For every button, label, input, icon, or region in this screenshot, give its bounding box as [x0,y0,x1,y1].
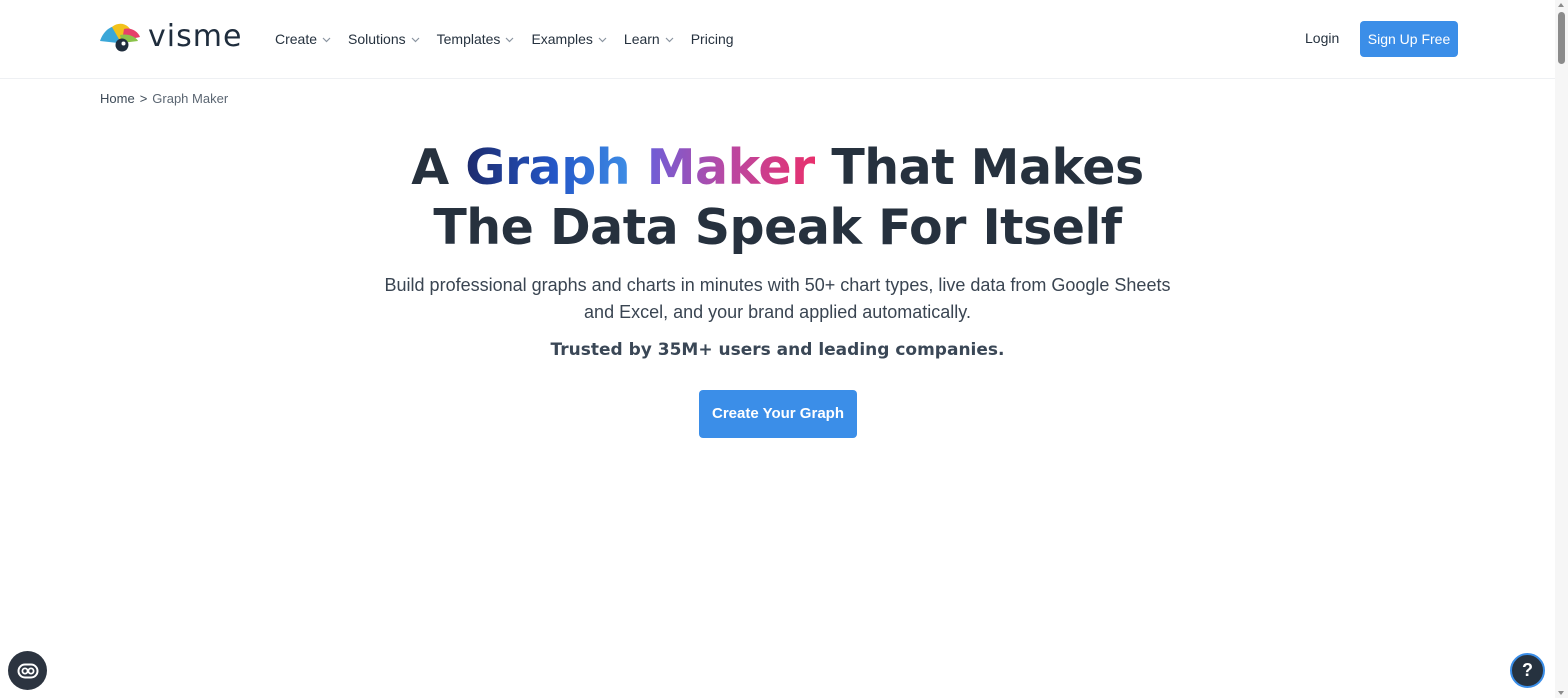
nav-templates-label: Templates [436,31,501,47]
accessibility-icon [17,663,38,678]
visme-logo[interactable]: visme [98,20,242,56]
title-line2: The Data Speak For Itself [433,199,1122,256]
sign-up-button[interactable]: Sign Up Free [1360,21,1458,57]
scroll-down-arrow-icon[interactable] [1558,691,1564,695]
title-highlight-maker: Maker [646,139,816,196]
chevron-down-icon [322,37,331,42]
nav-solutions-label: Solutions [348,31,406,47]
scrollbar-thumb[interactable] [1558,12,1565,64]
help-button[interactable]: ? [1510,653,1545,688]
nav-solutions[interactable]: Solutions [348,31,420,47]
page-scrollbar[interactable] [1555,0,1568,698]
title-part2: That Makes [814,139,1144,196]
scroll-up-arrow-icon[interactable] [1558,3,1564,7]
hero-subtitle-line2: and Excel, and your brand applied automa… [584,302,971,322]
login-link[interactable]: Login [1305,30,1339,46]
trusted-by-text: Trusted by 35M+ users and leading compan… [550,340,1005,360]
breadcrumb-current: Graph Maker [152,91,229,106]
accessibility-button[interactable] [8,651,47,690]
visme-wordmark: visme [148,19,243,54]
site-header: visme Create Solutions Templates Example… [0,0,1555,79]
help-icon: ? [1522,660,1533,680]
nav-pricing[interactable]: Pricing [691,31,734,47]
create-your-graph-button[interactable]: Create Your Graph [699,390,857,438]
title-space [630,139,647,196]
nav-learn[interactable]: Learn [624,31,674,47]
nav-examples[interactable]: Examples [531,31,607,47]
nav-pricing-label: Pricing [690,31,734,47]
hero-subtitle: Build professional graphs and charts in … [0,272,1555,326]
title-part1: A [411,139,466,196]
nav-templates[interactable]: Templates [437,31,515,47]
chevron-down-icon [411,37,420,42]
chevron-down-icon [506,37,514,42]
nav-create[interactable]: Create [275,31,331,47]
nav-create-label: Create [275,31,318,47]
visme-logo-icon [100,23,140,52]
page-title: A Graph Maker That Makes The Data Speak … [0,138,1555,258]
nav-examples-label: Examples [531,31,593,47]
main-nav: Create Solutions Templates Examples Lear… [275,29,751,49]
breadcrumb-separator: > [139,91,148,106]
nav-learn-label: Learn [623,31,660,47]
breadcrumb-home[interactable]: Home [100,91,135,106]
breadcrumb: Home > Graph Maker [100,91,228,106]
chevron-down-icon [665,37,674,42]
title-highlight-graph: Graph [465,139,631,196]
hero-subtitle-line1: Build professional graphs and charts in … [384,275,1171,295]
chevron-down-icon [598,37,607,42]
